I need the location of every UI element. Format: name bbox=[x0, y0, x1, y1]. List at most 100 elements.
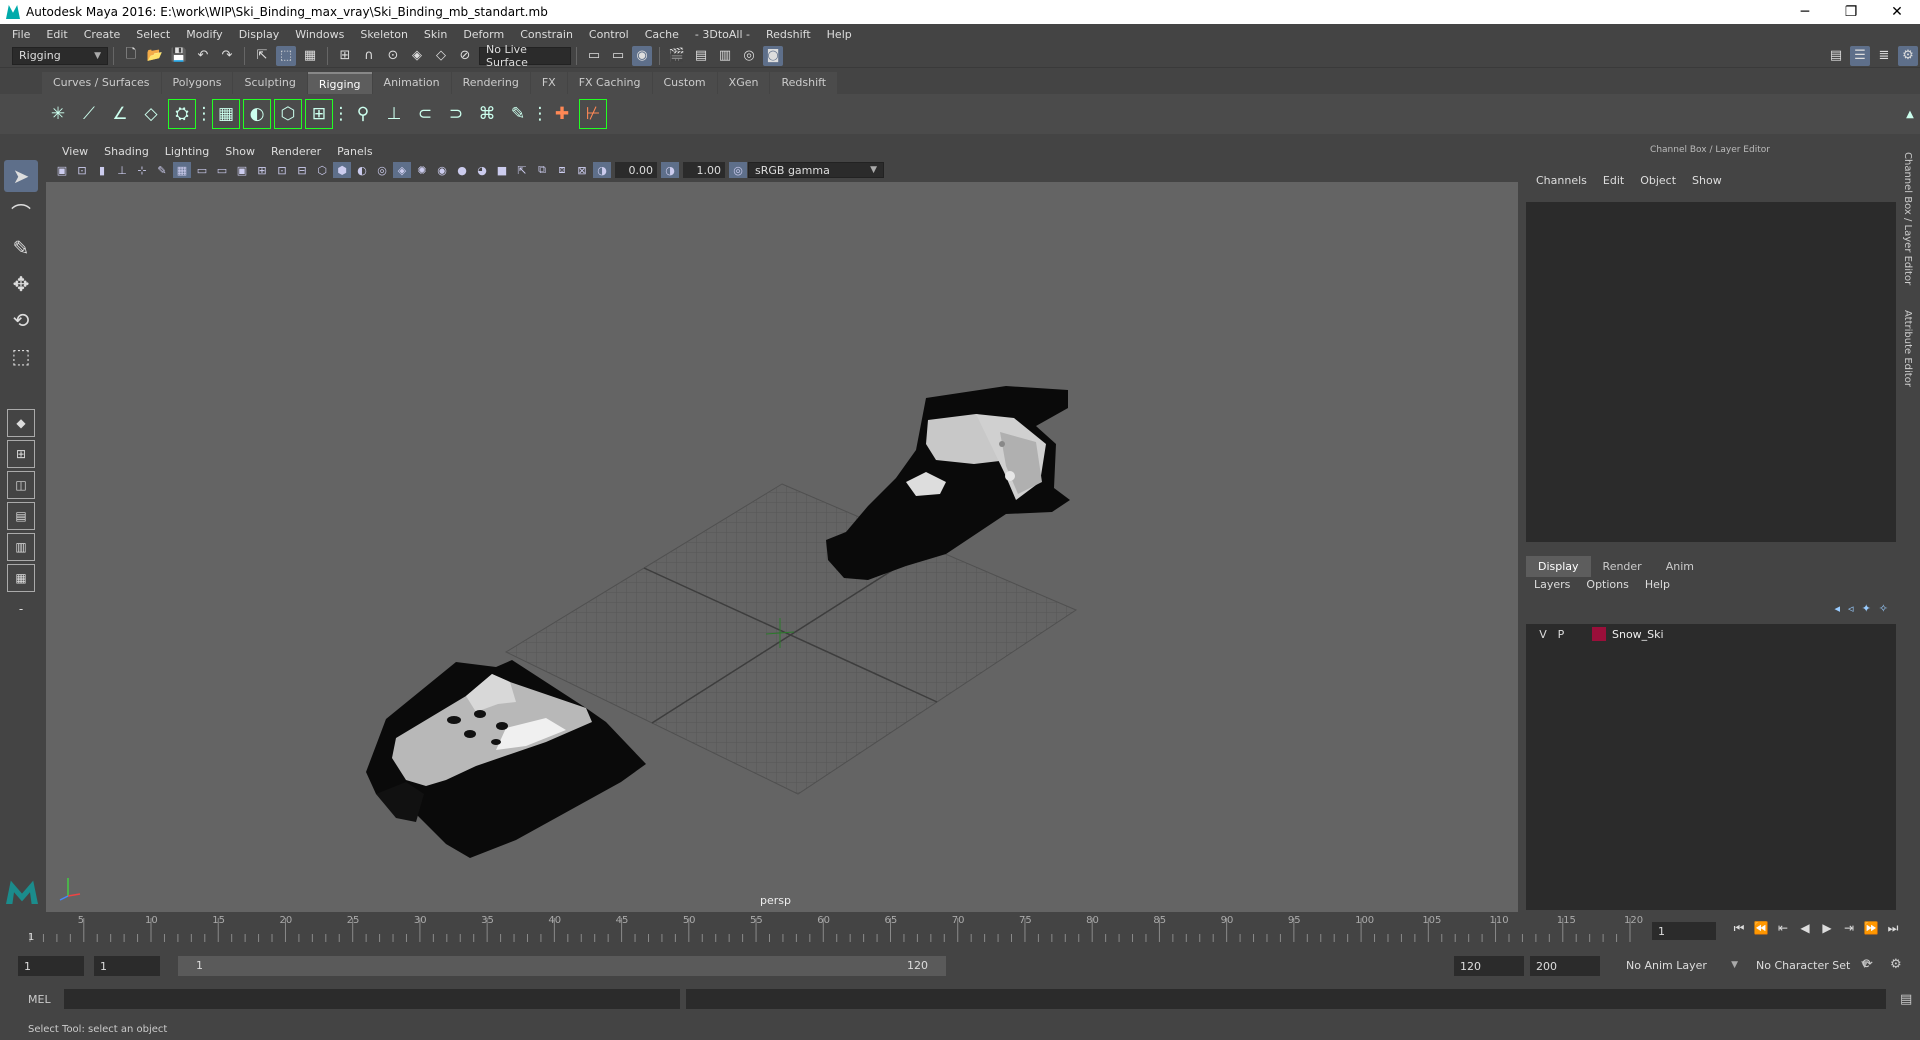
menu-windows[interactable]: Windows bbox=[287, 28, 352, 41]
render-frame-icon[interactable]: 🎬 bbox=[667, 46, 687, 66]
gamma-icon[interactable]: ◑ bbox=[661, 162, 679, 178]
textured-icon[interactable]: ◎ bbox=[373, 162, 391, 178]
layer-visibility-toggle[interactable]: V bbox=[1534, 628, 1552, 641]
auto-key-icon[interactable]: ⟳ bbox=[1862, 957, 1873, 972]
new-scene-icon[interactable]: 🗋 bbox=[121, 46, 141, 66]
select-object-icon[interactable]: ⬚ bbox=[276, 45, 296, 66]
tab-render[interactable]: Render bbox=[1591, 556, 1654, 577]
new-layer-selected-icon[interactable]: ✧ bbox=[1879, 602, 1888, 615]
shadows-icon[interactable]: ✺ bbox=[413, 162, 431, 178]
screen-space-ao-icon[interactable]: ◉ bbox=[433, 162, 451, 178]
play-backward-icon[interactable]: ◀ bbox=[1794, 921, 1816, 936]
snap-grid-icon[interactable]: ⊞ bbox=[335, 46, 355, 66]
anim-prefs-icon[interactable]: ⚙ bbox=[1890, 957, 1902, 972]
step-forward-frame-icon[interactable]: ⏩ bbox=[1860, 921, 1882, 936]
menu-modify[interactable]: Modify bbox=[178, 28, 230, 41]
tab-redshift[interactable]: Redshift bbox=[770, 72, 838, 94]
menu-constrain[interactable]: Constrain bbox=[512, 28, 581, 41]
tab-sculpting[interactable]: Sculpting bbox=[233, 72, 307, 94]
smooth-shade-icon[interactable]: ⬢ bbox=[333, 162, 351, 178]
gate-mask-icon[interactable]: ▣ bbox=[233, 162, 251, 178]
close-button[interactable]: ✕ bbox=[1874, 0, 1920, 24]
depth-of-field-icon[interactable]: ■ bbox=[493, 162, 511, 178]
redo-icon[interactable]: ↷ bbox=[217, 46, 237, 66]
shelf-scroll-icon[interactable]: ▲ bbox=[1903, 99, 1917, 129]
tool-settings-toggle-icon[interactable]: ⚙ bbox=[1898, 45, 1918, 66]
use-lights-icon[interactable]: ◈ bbox=[393, 162, 411, 178]
tab-fx[interactable]: FX bbox=[530, 72, 567, 94]
layer-name[interactable]: Snow_Ski bbox=[1612, 628, 1664, 641]
open-scene-icon[interactable]: 📂 bbox=[145, 46, 165, 66]
current-frame-field[interactable]: 1 bbox=[1652, 922, 1716, 940]
menu-file[interactable]: File bbox=[4, 28, 38, 41]
anim-start-field[interactable]: 1 bbox=[18, 956, 84, 976]
scale-tool-icon[interactable]: ⬚ bbox=[4, 340, 38, 372]
menu-select[interactable]: Select bbox=[128, 28, 178, 41]
panel-menu-renderer[interactable]: Renderer bbox=[263, 145, 329, 158]
side-tab-attribute-editor[interactable]: Attribute Editor bbox=[1902, 310, 1913, 387]
create-joints-icon[interactable]: ⟋ bbox=[75, 99, 103, 129]
menu-skeleton[interactable]: Skeleton bbox=[352, 28, 416, 41]
wireframe-on-shaded-icon[interactable]: ◐ bbox=[353, 162, 371, 178]
lattice-icon[interactable]: ⬡ bbox=[274, 99, 302, 129]
anti-alias-icon[interactable]: ◕ bbox=[473, 162, 491, 178]
ik-handle-icon[interactable]: ◇ bbox=[137, 99, 165, 129]
single-pane-layout-icon[interactable]: ◆ bbox=[7, 409, 35, 437]
resolution-gate-icon[interactable]: ▭ bbox=[213, 162, 231, 178]
panel-menu-show[interactable]: Show bbox=[217, 145, 263, 158]
go-to-end-icon[interactable]: ⏭ bbox=[1882, 921, 1904, 936]
menu-help[interactable]: Help bbox=[819, 28, 860, 41]
xray-joints-icon[interactable]: ⧈ bbox=[553, 162, 571, 178]
anim-layer-dropdown[interactable]: No Anim Layer ▼ bbox=[1620, 956, 1744, 974]
command-input[interactable] bbox=[64, 989, 680, 1009]
script-editor-icon[interactable]: ▤ bbox=[1900, 992, 1912, 1007]
construction-history-icon[interactable]: ◉ bbox=[632, 45, 652, 66]
playback-start-field[interactable]: 1 bbox=[94, 956, 160, 976]
safe-action-icon[interactable]: ⊡ bbox=[273, 162, 291, 178]
move-layer-up-icon[interactable]: ◂ bbox=[1835, 602, 1841, 615]
lasso-tool-icon[interactable]: ⌒ bbox=[4, 196, 38, 228]
select-hierarchy-icon[interactable]: ⇱ bbox=[252, 46, 272, 66]
grease-pencil-icon[interactable]: ✎ bbox=[153, 162, 171, 178]
camera-select-icon[interactable]: ▣ bbox=[53, 162, 71, 178]
ipr-render-icon[interactable]: ▤ bbox=[691, 46, 711, 66]
colorspace-dropdown[interactable]: sRGB gamma ▼ bbox=[748, 162, 884, 178]
play-forward-icon[interactable]: ▶ bbox=[1816, 921, 1838, 936]
render-view-icon[interactable]: ◙ bbox=[763, 45, 783, 66]
modeling-toolkit-icon[interactable]: ▤ bbox=[1826, 46, 1846, 66]
bookmark-icon[interactable]: ▮ bbox=[93, 162, 111, 178]
wire-deformer-icon[interactable]: ⊃ bbox=[442, 99, 470, 129]
snap-view-icon[interactable]: ◇ bbox=[431, 46, 451, 66]
image-plane-icon[interactable]: ⊥ bbox=[113, 162, 131, 178]
snap-live-icon[interactable]: ⊘ bbox=[455, 46, 475, 66]
wrap-deformer-icon[interactable]: ⊞ bbox=[305, 99, 333, 129]
exposure-icon[interactable]: ◑ bbox=[593, 162, 611, 178]
panel-menu-shading[interactable]: Shading bbox=[96, 145, 157, 158]
input-ops-icon[interactable]: ▭ bbox=[584, 46, 604, 66]
menu-edit[interactable]: Edit bbox=[38, 28, 75, 41]
restore-button[interactable]: ❐ bbox=[1828, 0, 1874, 24]
paint-select-icon[interactable]: ✎ bbox=[4, 232, 38, 264]
camera-attr-icon[interactable]: ⊡ bbox=[73, 162, 91, 178]
save-scene-icon[interactable]: 💾 bbox=[169, 46, 189, 66]
menu-create[interactable]: Create bbox=[76, 28, 129, 41]
panel-menu-lighting[interactable]: Lighting bbox=[157, 145, 217, 158]
menu-skin[interactable]: Skin bbox=[416, 28, 455, 41]
tab-polygons[interactable]: Polygons bbox=[161, 72, 233, 94]
channel-box-toggle-icon[interactable]: ☰ bbox=[1850, 45, 1870, 66]
panel-menu-panels[interactable]: Panels bbox=[329, 145, 380, 158]
command-language-label[interactable]: MEL bbox=[28, 993, 62, 1006]
tab-fx-caching[interactable]: FX Caching bbox=[567, 72, 652, 94]
menu-3dtoall[interactable]: - 3DtoAll - bbox=[687, 28, 758, 41]
anim-end-field[interactable]: 200 bbox=[1530, 956, 1600, 976]
tab-anim[interactable]: Anim bbox=[1654, 556, 1706, 577]
render-settings-icon[interactable]: ▥ bbox=[715, 46, 735, 66]
channel-box-menu-edit[interactable]: Edit bbox=[1595, 174, 1632, 187]
snap-surface-icon[interactable]: ◈ bbox=[407, 46, 427, 66]
motion-blur-icon[interactable]: ● bbox=[453, 162, 471, 178]
tab-rendering[interactable]: Rendering bbox=[451, 72, 530, 94]
tab-display[interactable]: Display bbox=[1526, 556, 1591, 577]
menu-set-dropdown[interactable]: Rigging ▼ bbox=[12, 46, 108, 65]
step-back-key-icon[interactable]: ⇤ bbox=[1772, 921, 1794, 936]
rotate-tool-icon[interactable]: ⟲ bbox=[4, 304, 38, 336]
